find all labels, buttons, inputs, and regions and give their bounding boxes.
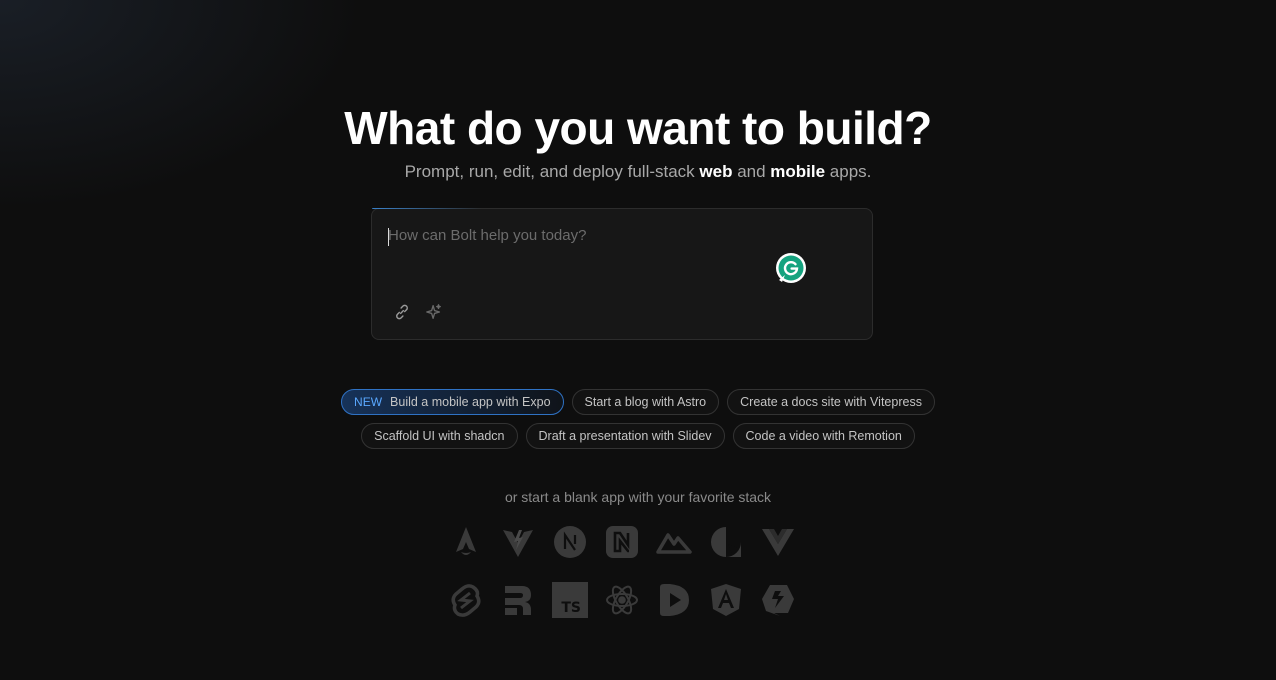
subtitle-mobile: mobile <box>770 162 826 181</box>
subtitle-prefix: Prompt, run, edit, and deploy full-stack <box>404 162 700 181</box>
chip-vitepress[interactable]: Create a docs site with Vitepress <box>727 389 935 415</box>
grammarly-icon[interactable] <box>776 253 806 283</box>
sparkle-icon[interactable] <box>423 301 445 323</box>
hero: What do you want to build? Prompt, run, … <box>0 100 1276 182</box>
page-subtitle: Prompt, run, edit, and deploy full-stack… <box>0 162 1276 182</box>
prompt-input[interactable] <box>388 227 768 287</box>
angular-icon[interactable] <box>706 580 746 620</box>
prompt-box <box>371 208 873 340</box>
chip-expo[interactable]: NEW Build a mobile app with Expo <box>341 389 564 415</box>
chip-shadcn[interactable]: Scaffold UI with shadcn <box>361 423 518 449</box>
chip-label: Scaffold UI with shadcn <box>374 429 505 443</box>
react-icon[interactable] <box>602 580 642 620</box>
chip-label: Start a blog with Astro <box>584 395 707 409</box>
chip-row-1: NEW Build a mobile app with Expo Start a… <box>0 389 1276 415</box>
chip-row-2: Scaffold UI with shadcn Draft a presenta… <box>0 423 1276 449</box>
suggestion-chips: NEW Build a mobile app with Expo Start a… <box>0 389 1276 457</box>
typescript-icon[interactable]: TS <box>550 580 590 620</box>
subtitle-suffix: apps. <box>825 162 872 181</box>
analog-icon[interactable] <box>706 522 746 562</box>
chip-remotion[interactable]: Code a video with Remotion <box>732 423 915 449</box>
stack-label: or start a blank app with your favorite … <box>504 489 772 505</box>
chip-label: Code a video with Remotion <box>745 429 902 443</box>
vite-icon[interactable] <box>498 522 538 562</box>
nuxt-icon[interactable] <box>602 522 642 562</box>
stack-row-1 <box>446 522 798 562</box>
svg-text:TS: TS <box>561 600 581 616</box>
nextjs-icon[interactable] <box>550 522 590 562</box>
subtitle-web: web <box>699 162 733 181</box>
chip-label: Create a docs site with Vitepress <box>740 395 922 409</box>
vue-icon[interactable] <box>758 522 798 562</box>
link-icon[interactable] <box>391 301 413 323</box>
chip-label: Build a mobile app with Expo <box>390 395 551 409</box>
qwik-icon[interactable] <box>758 580 798 620</box>
astro-icon[interactable] <box>446 522 486 562</box>
new-badge: NEW <box>354 395 383 409</box>
subtitle-and: and <box>732 162 771 181</box>
chip-label: Draft a presentation with Slidev <box>538 429 712 443</box>
nuxt-alt-icon[interactable] <box>654 522 694 562</box>
chip-slidev[interactable]: Draft a presentation with Slidev <box>525 423 725 449</box>
stack-grid: TS <box>446 522 810 638</box>
slidev-icon[interactable] <box>654 580 694 620</box>
svelte-icon[interactable] <box>446 580 486 620</box>
chip-astro[interactable]: Start a blog with Astro <box>571 389 720 415</box>
stack-row-2: TS <box>446 580 798 620</box>
remix-icon[interactable] <box>498 580 538 620</box>
page-title: What do you want to build? <box>344 102 932 154</box>
